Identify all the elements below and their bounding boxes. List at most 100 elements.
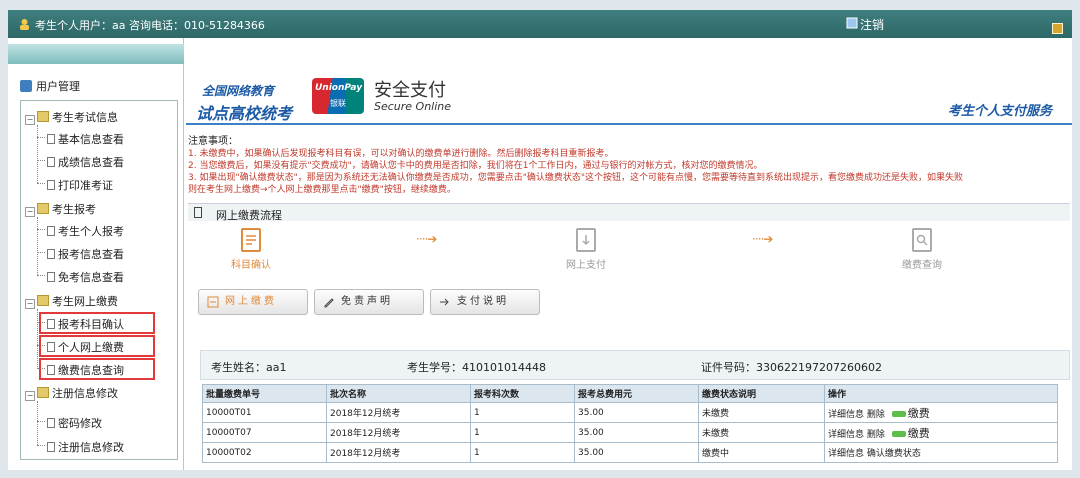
table-cell: 10000T01 bbox=[202, 402, 327, 423]
edit-document-icon bbox=[241, 228, 261, 252]
table-cell: 未缴费 bbox=[698, 402, 825, 423]
table-cell-ops: 详细信息 删除 缴费 bbox=[824, 422, 1058, 443]
page-icon bbox=[47, 226, 55, 236]
table-cell: 2018年12月统考 bbox=[326, 422, 471, 443]
sidebar-item-score-info[interactable]: 成绩信息查看 bbox=[47, 154, 124, 170]
sidebar-header-strip bbox=[8, 44, 184, 64]
page-icon bbox=[47, 249, 55, 259]
online-pay-button[interactable]: 网上缴费 bbox=[198, 289, 308, 315]
table-cell: 10000T07 bbox=[202, 422, 327, 443]
delete-link[interactable]: 删除 bbox=[867, 410, 885, 420]
table-cell: 1 bbox=[470, 402, 575, 423]
banner: 全国网络教育 试点高校统考 UnionPay 银联 安全支付 Secure On… bbox=[186, 68, 1072, 125]
payment-icon bbox=[207, 296, 219, 308]
table-cell-ops: 详细信息 确认缴费状态 bbox=[824, 442, 1058, 463]
sidebar-item-basic-info[interactable]: 基本信息查看 bbox=[47, 131, 124, 147]
pen-icon bbox=[324, 298, 334, 308]
disclaimer-button[interactable]: 免责声明 bbox=[314, 289, 424, 315]
column-header: 操作 bbox=[824, 384, 1058, 403]
table-cell: 1 bbox=[470, 442, 575, 463]
sidebar-item-edit-registration[interactable]: 注册信息修改 bbox=[47, 439, 124, 455]
step-online-pay: 网上支付 bbox=[546, 228, 626, 271]
user-info: 考生个人用户：aa 咨询电话：010-51284366 bbox=[35, 19, 265, 32]
app-frame: 考生个人用户：aa 咨询电话：010-51284366 注销 用户管理 − 考生考… bbox=[8, 10, 1072, 470]
details-link[interactable]: 详细信息 bbox=[828, 449, 864, 459]
user-manage-icon bbox=[20, 80, 32, 92]
tree-group-online-payment[interactable]: − 考生网上缴费 bbox=[25, 293, 118, 309]
sidebar-title: 用户管理 bbox=[20, 78, 80, 94]
arrow-icon bbox=[891, 410, 906, 417]
table-row: 10000T07 2018年12月统考 1 35.00 未缴费 详细信息 删除 … bbox=[202, 422, 1058, 443]
document-icon bbox=[194, 207, 202, 218]
folder-icon bbox=[37, 295, 49, 306]
page-icon bbox=[47, 418, 55, 428]
confirm-status-link[interactable]: 确认缴费状态 bbox=[867, 449, 921, 459]
table-cell: 35.00 bbox=[574, 422, 699, 443]
table-cell: 2018年12月统考 bbox=[326, 442, 471, 463]
details-link[interactable]: 详细信息 bbox=[828, 410, 864, 420]
table-cell: 35.00 bbox=[574, 442, 699, 463]
user-icon bbox=[20, 19, 29, 30]
flow-title: 网上缴费流程 bbox=[216, 209, 282, 222]
step-confirm-subjects: 科目确认 bbox=[211, 228, 291, 271]
top-bar: 考生个人用户：aa 咨询电话：010-51284366 注销 bbox=[8, 10, 1072, 38]
pay-link[interactable]: 缴费 bbox=[908, 407, 930, 420]
main-content: 全国网络教育 试点高校统考 UnionPay 银联 安全支付 Secure On… bbox=[186, 38, 1072, 470]
table-cell: 未缴费 bbox=[698, 422, 825, 443]
page-icon bbox=[47, 442, 55, 452]
highlight-box bbox=[39, 335, 155, 357]
folder-icon bbox=[37, 203, 49, 214]
column-header: 报考总费用元 bbox=[574, 384, 699, 403]
table-cell: 缴费中 bbox=[698, 442, 825, 463]
page-icon bbox=[47, 157, 55, 167]
notice-heading: 注意事项： bbox=[188, 136, 238, 147]
sidebar-item-change-password[interactable]: 密码修改 bbox=[47, 415, 102, 431]
highlight-box bbox=[39, 312, 155, 334]
folder-icon bbox=[37, 111, 49, 122]
pay-link[interactable]: 缴费 bbox=[908, 427, 930, 440]
column-header: 报考科次数 bbox=[470, 384, 575, 403]
column-header: 批量缴费单号 bbox=[202, 384, 327, 403]
search-document-icon bbox=[912, 228, 932, 252]
student-name: 考生姓名：aa1 bbox=[211, 361, 287, 374]
notice-line: 3. 如果出现"确认缴费状态"，那是因为系统还无法确认你缴费是否成功，您需要点击… bbox=[188, 173, 964, 183]
table-cell: 2018年12月统考 bbox=[326, 402, 471, 423]
page-title: 考生个人支付服务 bbox=[948, 104, 1053, 119]
sidebar-item-exempt-info[interactable]: 免考信息查看 bbox=[47, 269, 124, 285]
tree-group-exam-info[interactable]: − 考生考试信息 bbox=[25, 109, 118, 125]
table-cell: 10000T02 bbox=[202, 442, 327, 463]
window-corner-icon bbox=[1052, 23, 1063, 34]
payment-table: 批量缴费单号 批次名称 报考科次数 报考总费用元 缴费状态说明 操作 10000… bbox=[202, 384, 1058, 463]
tree-group-registration[interactable]: − 考生报考 bbox=[25, 201, 96, 217]
sidebar-item-register-info[interactable]: 报考信息查看 bbox=[47, 246, 124, 262]
details-link[interactable]: 详细信息 bbox=[828, 430, 864, 440]
sidebar: 用户管理 − 考生考试信息 基本信息查看 成绩信息查看 打印准考证 − 考生报考 考… bbox=[8, 38, 184, 470]
flow-arrow: ····➔ bbox=[416, 232, 437, 246]
student-info-bar: 考生姓名：aa1 考生学号：410101014448 证件号码：33062219… bbox=[200, 350, 1070, 380]
flow-section-header: 网上缴费流程 bbox=[188, 203, 1070, 222]
pay-info-button[interactable]: 支付说明 bbox=[430, 289, 540, 315]
page-icon bbox=[47, 180, 55, 190]
tree-group-account-edit[interactable]: − 注册信息修改 bbox=[25, 385, 118, 401]
column-header: 缴费状态说明 bbox=[698, 384, 825, 403]
highlight-box bbox=[39, 358, 155, 380]
table-cell: 1 bbox=[470, 422, 575, 443]
secure-pay-title: 安全支付 bbox=[374, 80, 446, 101]
delete-link[interactable]: 删除 bbox=[867, 430, 885, 440]
notice-line: 2. 当您缴费后，如果没有提示"交费成功"，请确认您卡中的费用是否扣除，我们将在… bbox=[188, 161, 763, 171]
logout-icon[interactable] bbox=[846, 17, 858, 29]
secure-online-subtitle: Secure Online bbox=[374, 100, 452, 113]
table-row: 10000T01 2018年12月统考 1 35.00 未缴费 详细信息 删除 … bbox=[202, 402, 1058, 423]
step-payment-query: 缴费查询 bbox=[882, 228, 962, 271]
table-cell: 35.00 bbox=[574, 402, 699, 423]
folder-icon bbox=[37, 387, 49, 398]
student-id: 考生学号：410101014448 bbox=[407, 361, 546, 374]
logout-link[interactable]: 注销 bbox=[860, 16, 884, 33]
sidebar-item-personal-register[interactable]: 考生个人报考 bbox=[47, 223, 124, 239]
download-document-icon bbox=[576, 228, 596, 252]
banner-divider bbox=[186, 123, 1072, 125]
flow-arrow: ····➔ bbox=[752, 232, 773, 246]
sidebar-item-print-ticket[interactable]: 打印准考证 bbox=[47, 177, 113, 193]
notice-line: 1. 未缴费中，如果确认后发现报考科目有误，可以对确认的缴费单进行删除。然后删除… bbox=[188, 149, 614, 159]
certificate-number: 证件号码：330622197207260602 bbox=[701, 361, 882, 374]
